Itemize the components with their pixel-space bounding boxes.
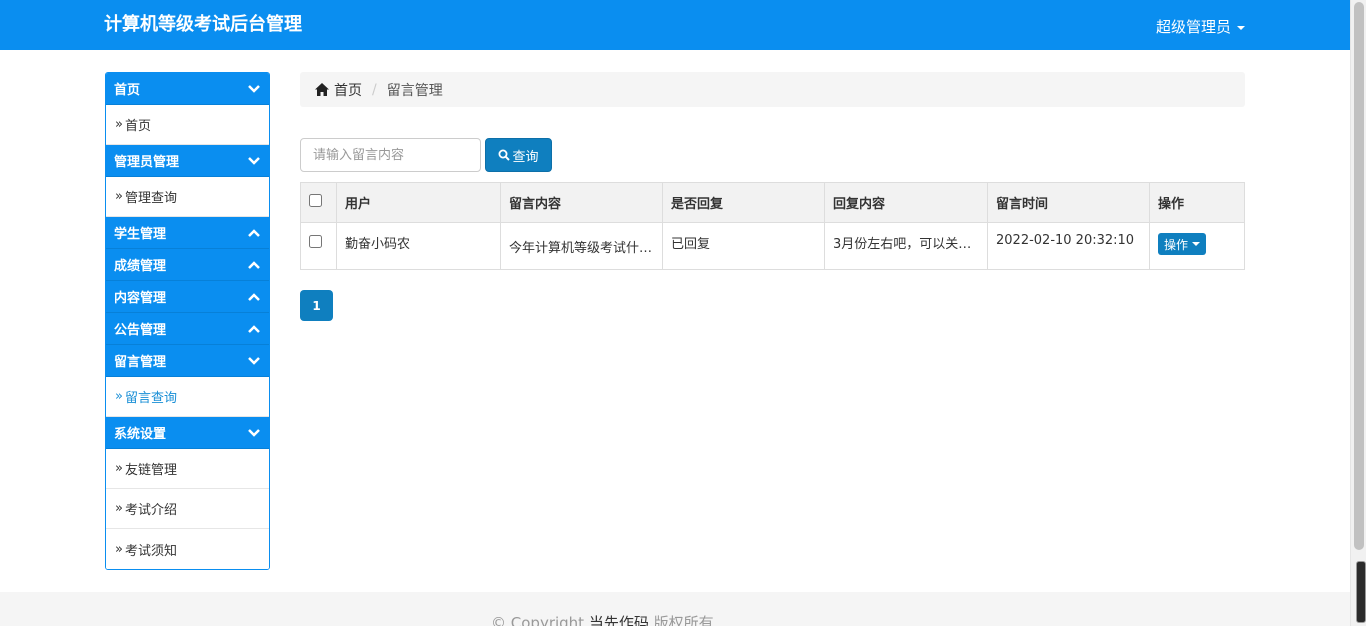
cell-user: 勤奋小码农	[336, 222, 501, 270]
chevron-up-icon	[248, 324, 260, 333]
sidebar-group-label: 首页	[114, 83, 141, 98]
search-icon	[498, 149, 511, 161]
breadcrumb-separator: /	[372, 81, 377, 98]
cell-reply: 3月份左右吧，可以关注官网通知	[824, 222, 988, 270]
sidebar-group-label: 公告管理	[114, 323, 167, 338]
page-button-1[interactable]: 1	[300, 290, 333, 321]
table-header-row: 用户 留言内容 是否回复 回复内容 留言时间 操作	[300, 182, 1245, 223]
sidebar-item-admin-query[interactable]: » 管理查询	[106, 177, 269, 217]
sidebar-group-messages[interactable]: 留言管理	[106, 345, 269, 377]
table-row: 勤奋小码农 今年计算机等级考试什么时候报名 已回复 3月份左右吧，可以关注官网通…	[300, 222, 1245, 270]
brand-title: 计算机等级考试后台管理	[104, 14, 302, 35]
row-select-cell	[300, 222, 337, 270]
copyright-text: © Copyright	[491, 614, 585, 626]
select-all-checkbox[interactable]	[309, 194, 322, 207]
breadcrumb: 首页 / 留言管理	[300, 72, 1245, 107]
header-content: 留言内容	[500, 182, 663, 223]
action-dropdown-button[interactable]: 操作	[1158, 233, 1207, 255]
double-chevron-right-icon: »	[115, 389, 123, 404]
sidebar-group-home[interactable]: 首页	[106, 73, 269, 105]
sidebar-item-label: 友链管理	[124, 463, 177, 478]
sidebar-item-exam-notes[interactable]: » 考试须知	[106, 529, 269, 569]
double-chevron-right-icon: »	[115, 461, 123, 476]
caret-down-icon	[1237, 25, 1245, 30]
sidebar-group-notices[interactable]: 公告管理	[106, 313, 269, 345]
sidebar-group-students[interactable]: 学生管理	[106, 217, 269, 249]
sidebar-group-label: 留言管理	[114, 355, 167, 370]
sidebar-item-label: 考试须知	[124, 543, 177, 559]
sidebar-item-label: 首页	[124, 119, 151, 134]
row-checkbox[interactable]	[309, 235, 322, 248]
sidebar-group-scores[interactable]: 成绩管理	[106, 249, 269, 281]
sidebar-group-label: 学生管理	[114, 227, 167, 242]
sidebar-group-admin[interactable]: 管理员管理	[106, 145, 269, 177]
sidebar-group-content[interactable]: 内容管理	[106, 281, 269, 313]
sidebar: 首页 » 首页 管理员管理 » 管理查询 学生管理 成绩管理 内容管理 公告管理 留…	[105, 72, 270, 570]
chevron-down-icon	[248, 428, 260, 437]
page-scrollbar[interactable]	[1350, 0, 1366, 626]
header-time: 留言时间	[987, 182, 1150, 223]
chevron-up-icon	[248, 292, 260, 301]
header-user: 用户	[336, 182, 501, 223]
sidebar-item-label: 留言查询	[124, 391, 177, 406]
sidebar-group-settings[interactable]: 系统设置	[106, 417, 269, 449]
chevron-down-icon	[248, 356, 260, 365]
cell-content: 今年计算机等级考试什么时候报名	[500, 222, 663, 270]
rights-text: 版权所有	[653, 614, 714, 626]
cell-time: 2022-02-10 20:32:10	[987, 222, 1150, 270]
chevron-down-icon	[248, 156, 260, 165]
sidebar-group-label: 成绩管理	[114, 259, 167, 274]
double-chevron-right-icon: »	[115, 501, 123, 516]
user-menu[interactable]: 超级管理员	[1156, 16, 1245, 37]
action-label: 操作	[1164, 237, 1189, 252]
footer-owner-link[interactable]: 当先作码	[589, 614, 649, 626]
scrollbar-thumb[interactable]	[1354, 2, 1364, 550]
footer: © Copyright 当先作码 版权所有	[0, 592, 1350, 626]
header-replied: 是否回复	[662, 182, 825, 223]
header-select-cell	[300, 182, 337, 223]
chevron-up-icon	[248, 228, 260, 237]
sidebar-item-label: 管理查询	[124, 191, 177, 206]
double-chevron-right-icon: »	[115, 117, 123, 132]
sidebar-group-label: 内容管理	[114, 291, 167, 306]
sidebar-item-message-query[interactable]: » 留言查询	[106, 377, 269, 417]
messages-table: 用户 留言内容 是否回复 回复内容 留言时间 操作 勤奋小码农 今年计算机等级考…	[300, 182, 1245, 270]
chevron-up-icon	[248, 260, 260, 269]
top-navbar: 计算机等级考试后台管理 超级管理员	[0, 0, 1350, 50]
cell-action: 操作	[1149, 222, 1245, 270]
sidebar-item-home[interactable]: » 首页	[106, 105, 269, 145]
floating-widget	[1356, 561, 1366, 623]
chevron-down-icon	[248, 84, 260, 93]
sidebar-group-label: 系统设置	[114, 427, 167, 442]
search-button-label: 查询	[512, 149, 539, 165]
cell-replied: 已回复	[662, 222, 825, 270]
user-name: 超级管理员	[1155, 18, 1231, 36]
footer-copyright: © Copyright 当先作码 版权所有	[491, 612, 714, 626]
breadcrumb-current: 留言管理	[386, 82, 443, 99]
sidebar-item-label: 考试介绍	[124, 503, 177, 518]
home-icon	[315, 83, 329, 96]
sidebar-item-exam-intro[interactable]: » 考试介绍	[106, 489, 269, 529]
search-button[interactable]: 查询	[485, 138, 552, 172]
double-chevron-right-icon: »	[115, 541, 123, 557]
search-input[interactable]	[300, 138, 481, 172]
breadcrumb-home[interactable]: 首页	[334, 80, 362, 100]
double-chevron-right-icon: »	[115, 189, 123, 204]
header-action: 操作	[1149, 182, 1245, 223]
sidebar-item-links[interactable]: » 友链管理	[106, 449, 269, 489]
sidebar-group-label: 管理员管理	[114, 155, 180, 170]
caret-down-icon	[1192, 242, 1201, 246]
header-reply: 回复内容	[824, 182, 988, 223]
